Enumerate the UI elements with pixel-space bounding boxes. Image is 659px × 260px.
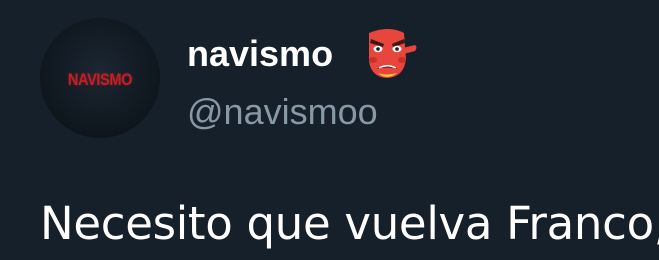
avatar[interactable]: NAVISMO: [40, 18, 160, 138]
author-display-name[interactable]: navismo: [187, 32, 333, 76]
tengu-mask-icon: [369, 29, 417, 78]
tweet: NAVISMO navismo @navismoo Necesito que v…: [0, 0, 659, 260]
tweet-text: Necesito que vuelva Franco,: [40, 197, 659, 250]
author-handle[interactable]: @navismoo: [187, 90, 378, 134]
avatar-logo: NAVISMO: [67, 70, 133, 89]
